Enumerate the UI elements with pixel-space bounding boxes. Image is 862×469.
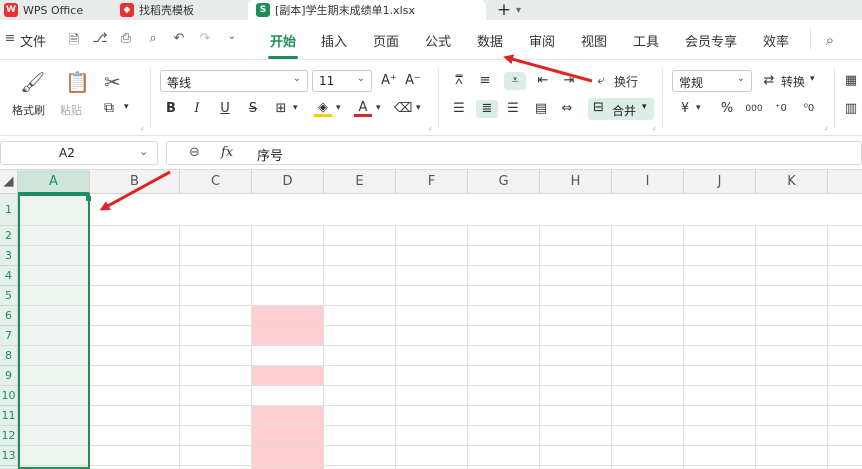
annotation-arrow-column-a <box>99 170 171 211</box>
annotation-overlay <box>99 54 593 211</box>
annotation-arrow-data-tab <box>503 54 593 83</box>
